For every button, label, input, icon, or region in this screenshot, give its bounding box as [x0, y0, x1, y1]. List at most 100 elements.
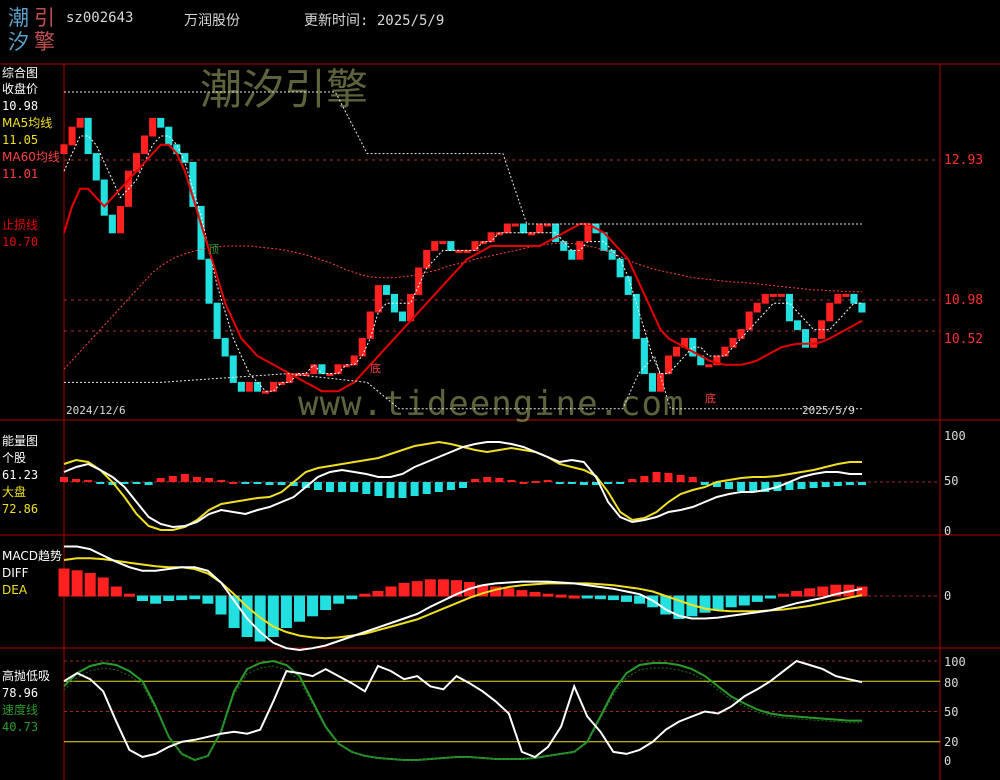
macd-bar [137, 595, 148, 601]
energy-bar [567, 482, 576, 484]
energy-bar [749, 482, 758, 492]
energy-bar [434, 482, 443, 492]
candle [842, 293, 850, 297]
macd-bar [725, 595, 737, 608]
candle [245, 381, 253, 392]
macd-bar [516, 590, 528, 597]
candle [777, 293, 785, 297]
energy-bar [725, 482, 733, 489]
stop-value: 10.70 [2, 235, 39, 249]
macd-bar [804, 588, 816, 597]
energy-bar [555, 482, 564, 484]
sell-tick-20: 20 [944, 735, 959, 749]
energy-bar [217, 480, 226, 482]
energy-bar [410, 482, 419, 496]
candle [826, 302, 834, 322]
energy-bar [132, 482, 141, 484]
macd-bar [581, 595, 593, 599]
candle [221, 337, 229, 357]
ma5-label: MA5均线 [2, 116, 53, 130]
energy-bar [579, 482, 588, 485]
candle [399, 311, 407, 322]
energy-bar [604, 482, 613, 484]
ma60-label: MA60均线 [2, 150, 60, 164]
energy-bar [193, 477, 201, 482]
energy-bar [326, 482, 334, 492]
energy-bar [833, 482, 842, 486]
macd-bar [607, 595, 619, 601]
candle [237, 381, 245, 392]
chart-svg [0, 63, 1000, 780]
macd-bar [189, 595, 201, 600]
candle [100, 179, 108, 216]
energy-tick-50: 50 [944, 474, 959, 488]
candle [850, 293, 858, 304]
candle [705, 364, 713, 368]
energy-bar [797, 482, 806, 489]
macd-bar [280, 595, 292, 628]
energy-bar [72, 479, 81, 482]
price-tick-close: 10.98 [944, 293, 984, 308]
macd-bar [712, 595, 724, 610]
end-date: 2025/5/9 [802, 404, 855, 417]
energy-bar [858, 482, 866, 485]
stop-line [63, 143, 863, 393]
energy-bar [471, 479, 480, 482]
macd-bar [267, 595, 279, 637]
candle [673, 346, 681, 357]
candle [785, 293, 794, 322]
macd-bar [97, 577, 109, 597]
macd-bar [751, 595, 763, 602]
energy-stock-value: 61.23 [2, 468, 39, 482]
candle [761, 293, 769, 304]
energy-bar [616, 482, 625, 484]
macd-diff-label: DIFF [2, 566, 29, 580]
candle [608, 249, 616, 260]
macd-bar [594, 595, 606, 600]
macd-bar [542, 593, 554, 597]
candle [519, 223, 528, 234]
macd-bar [163, 595, 175, 601]
energy-bar [640, 476, 649, 482]
macd-bar [123, 593, 135, 597]
energy-bar [362, 482, 371, 494]
energy-bar [96, 482, 105, 484]
logo-char-4: 擎 [34, 30, 55, 54]
energy-bar [507, 480, 516, 482]
macd-bar [215, 595, 227, 615]
candle [648, 373, 657, 392]
macd-bar [71, 570, 83, 597]
candle [503, 223, 511, 234]
macd-bar [320, 595, 332, 610]
macd-bar [294, 595, 305, 622]
macd-bar [503, 588, 515, 597]
candle [536, 223, 544, 234]
close-label: 收盘价 [2, 82, 39, 96]
start-date: 2024/12/6 [66, 404, 126, 417]
energy-bar [156, 478, 165, 482]
candle [568, 249, 576, 260]
stop-label: 止损线 [2, 218, 39, 232]
candle [149, 117, 157, 137]
energy-bar [628, 479, 637, 482]
candle [68, 126, 76, 146]
candle [213, 302, 221, 339]
main-panel-title: 综合图 [2, 66, 39, 80]
macd-bar [817, 586, 829, 597]
speed-value: 40.73 [2, 720, 39, 734]
energy-bar [374, 482, 383, 496]
energy-bar [398, 482, 407, 498]
candle [76, 117, 84, 128]
energy-bar [543, 480, 552, 482]
candle [737, 329, 745, 339]
energy-tick-100: 100 [944, 429, 966, 443]
candle [584, 223, 592, 243]
ma60-value: 11.01 [2, 167, 39, 181]
energy-bar [180, 474, 189, 482]
candle [794, 320, 802, 331]
stock-name: 万润股份 [184, 13, 240, 29]
macd-bar [58, 568, 70, 597]
candle [745, 311, 753, 331]
candle [108, 214, 116, 234]
energy-bar [483, 477, 492, 482]
